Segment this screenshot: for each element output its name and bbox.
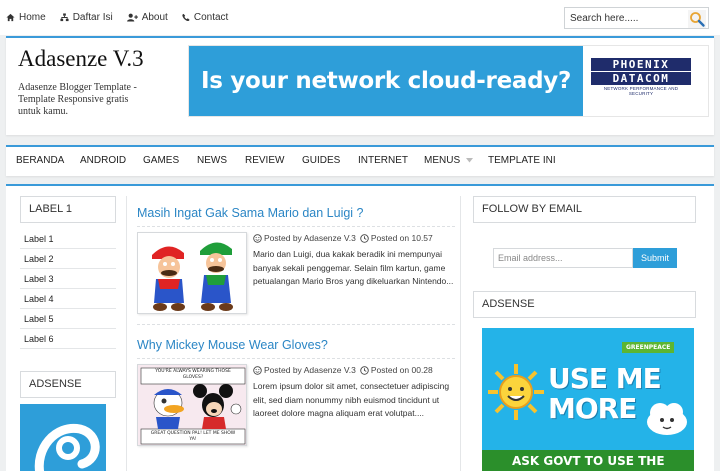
top-nav-contact[interactable]: Contact: [182, 12, 228, 23]
label-link[interactable]: Label 1: [20, 229, 116, 249]
cloud-icon: [647, 403, 687, 435]
follow-by-email-heading: FOLLOW BY EMAIL: [473, 196, 696, 223]
label-link[interactable]: Label 6: [20, 329, 116, 349]
post-time: Posted on 00.28: [370, 365, 433, 375]
sitemap-icon: [60, 13, 69, 22]
right-sidebar: FOLLOW BY EMAIL Submit ADSENSE GREENPEAC…: [473, 196, 696, 471]
content-wrapper: LABEL 1 Label 1 Label 2 Label 3 Label 4 …: [6, 184, 714, 471]
ad-bottom-strip: ASK GOVT TO USE THE: [482, 450, 694, 471]
menu-dropdown-icon: [466, 158, 473, 163]
left-adsense-banner[interactable]: [20, 404, 106, 471]
greenpeace-logo: GREENPEACE: [622, 342, 675, 353]
label-list: Label 1 Label 2 Label 3 Label 4 Label 5 …: [20, 229, 116, 349]
user-plus-icon: [126, 13, 138, 22]
top-nav-about[interactable]: About: [126, 12, 168, 23]
phone-icon: [182, 13, 190, 22]
logo-line-1: PHOENIX: [591, 58, 691, 71]
right-adsense-heading: ADSENSE: [473, 291, 696, 318]
menu-item-internet[interactable]: INTERNET: [358, 155, 408, 166]
post-title-divider: [137, 358, 455, 359]
post-thumbnail-mickey[interactable]: YOU'RE ALWAYS WEARING THOSE GLOVES? GREA…: [137, 364, 247, 446]
ad-line-1: USE ME: [548, 362, 662, 395]
post-title-link[interactable]: Why Mickey Mouse Wear Gloves?: [137, 338, 328, 352]
label-link[interactable]: Label 3: [20, 269, 116, 289]
top-nav-label: About: [141, 12, 168, 23]
post-excerpt: Mario dan Luigi, dua kakak beradik ini m…: [253, 249, 454, 286]
site-description: Adasenze Blogger Template - Template Res…: [18, 82, 137, 117]
header-banner-ad[interactable]: Is your network cloud-ready? PHOENIX DAT…: [188, 45, 709, 117]
smile-icon: [253, 233, 262, 243]
menu-item-beranda[interactable]: BERANDA: [16, 155, 64, 166]
comic-top-caption: YOU'RE ALWAYS WEARING THOSE GLOVES?: [155, 369, 231, 380]
post-meta: Posted by Adasenze V.3 Posted on 10.57: [253, 233, 433, 243]
menu-item-games[interactable]: GAMES: [143, 155, 179, 166]
post-time: Posted on 10.57: [370, 233, 433, 243]
post-list: Masih Ingat Gak Sama Mario dan Luigi ? P…: [126, 196, 461, 471]
top-nav-label: Contact: [193, 12, 229, 23]
clock-icon: [360, 365, 369, 375]
menu-item-menus[interactable]: MENUS: [424, 155, 460, 166]
phoenix-datacom-logo: PHOENIX DATACOM NETWORK PERFORMANCE AND …: [591, 58, 691, 96]
clock-icon: [360, 233, 369, 243]
menu-item-android[interactable]: ANDROID: [80, 155, 126, 166]
email-subscribe-form: Submit: [493, 248, 677, 268]
ad-line-2: MORE: [548, 392, 637, 425]
top-nav-home[interactable]: Home: [6, 12, 46, 23]
post-title-divider: [137, 226, 455, 227]
menu-item-guides[interactable]: GUIDES: [302, 155, 340, 166]
label-link[interactable]: Label 5: [20, 309, 116, 329]
top-nav-daftar-isi[interactable]: Daftar Isi: [60, 12, 113, 23]
search-icon[interactable]: [688, 10, 706, 28]
search-input[interactable]: [565, 8, 683, 28]
smile-icon: [253, 365, 262, 375]
search-box: [564, 7, 709, 29]
post-author[interactable]: Posted by Adasenze V.3: [264, 365, 356, 375]
mario-luigi-image: [143, 242, 241, 311]
menu-item-review[interactable]: REVIEW: [245, 155, 284, 166]
site-header: Adasenze V.3 Adasenze Blogger Template -…: [6, 36, 714, 135]
sun-icon: [488, 364, 544, 420]
site-title[interactable]: Adasenze V.3: [18, 46, 144, 72]
top-nav-label: Daftar Isi: [72, 12, 113, 23]
logo-line-2: DATACOM: [591, 72, 691, 85]
post-meta: Posted by Adasenze V.3 Posted on 00.28: [253, 365, 433, 375]
post-excerpt: Lorem ipsum dolor sit amet, consectetuer…: [253, 381, 450, 418]
main-menu: BERANDA ANDROID GAMES NEWS REVIEW GUIDES…: [6, 145, 714, 176]
banner-headline: Is your network cloud-ready?: [201, 68, 571, 94]
home-icon: [6, 13, 15, 22]
post-divider: [137, 324, 455, 325]
comic-bottom-caption: GREAT QUESTION PAL! LET ME SHOW YA!: [150, 431, 236, 442]
left-adsense-heading: ADSENSE: [20, 371, 116, 398]
banner-headline-box: Is your network cloud-ready?: [189, 46, 583, 116]
left-sidebar: LABEL 1 Label 1 Label 2 Label 3 Label 4 …: [20, 196, 116, 471]
label-link[interactable]: Label 2: [20, 249, 116, 269]
right-adsense-banner[interactable]: GREENPEACE USE ME MORE ASK GOVT TO USE T…: [482, 328, 694, 471]
logo-tagline: NETWORK PERFORMANCE AND SECURITY: [603, 86, 679, 96]
post-author[interactable]: Posted by Adasenze V.3: [264, 233, 356, 243]
submit-button[interactable]: Submit: [633, 248, 677, 268]
menu-item-news[interactable]: NEWS: [197, 155, 227, 166]
menu-item-template-ini[interactable]: TEMPLATE INI: [488, 155, 556, 166]
post-title-link[interactable]: Masih Ingat Gak Sama Mario dan Luigi ?: [137, 206, 364, 220]
top-nav-label: Home: [19, 12, 46, 23]
ad-line-3: ASK GOVT TO USE THE: [512, 454, 665, 468]
top-bar: Home Daftar Isi About Contact: [0, 0, 720, 35]
label-widget-heading: LABEL 1: [20, 196, 116, 223]
post-thumbnail-mario-luigi[interactable]: [137, 232, 247, 314]
email-input[interactable]: [493, 248, 633, 268]
top-nav: Home Daftar Isi About Contact: [6, 12, 242, 23]
label-link[interactable]: Label 4: [20, 289, 116, 309]
ad-graphic: [34, 423, 100, 471]
